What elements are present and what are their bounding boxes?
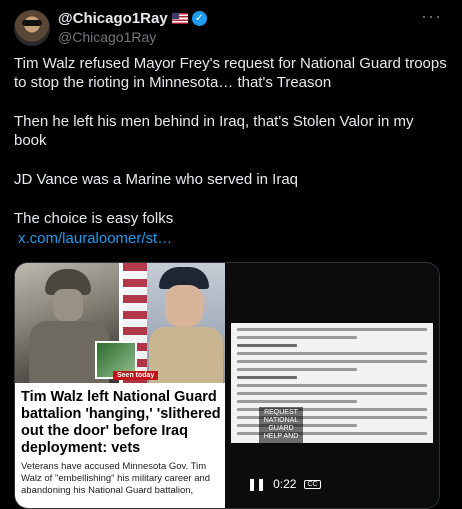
- tweet-paragraph: The choice is easy folks: [14, 210, 174, 227]
- media-attachment[interactable]: Seen today Tim Walz left National Guard …: [14, 262, 440, 509]
- portrait-photo: [123, 263, 225, 383]
- tweet-paragraph: Tim Walz refused Mayor Frey's request fo…: [14, 55, 447, 91]
- video-controls: ❚❚ 0:22 CC: [247, 477, 321, 491]
- verified-badge-icon[interactable]: ✓: [191, 11, 207, 26]
- avatar[interactable]: [14, 10, 50, 46]
- article-headline: Tim Walz left National Guard battalion '…: [21, 389, 221, 456]
- video-time: 0:22: [273, 477, 297, 491]
- tweet-text: Tim Walz refused Mayor Frey's request fo…: [14, 54, 450, 248]
- tweet-header: @Chicago1Ray ✓ @Chicago1Ray: [58, 10, 207, 45]
- video-player[interactable]: REQUEST NATIONAL GUARD HELP AND ❚❚ 0:22 …: [227, 263, 439, 508]
- tweet-link[interactable]: x.com/lauraloomer/st…: [14, 229, 450, 248]
- captions-icon[interactable]: CC: [304, 479, 321, 489]
- author-name-row[interactable]: @Chicago1Ray ✓: [58, 10, 207, 27]
- article-image[interactable]: Seen today Tim Walz left National Guard …: [15, 263, 225, 508]
- seen-today-badge: Seen today: [113, 371, 159, 380]
- handle[interactable]: @Chicago1Ray: [58, 29, 207, 45]
- tweet-paragraph: Then he left his men behind in Iraq, tha…: [14, 113, 414, 149]
- us-flag-icon: [171, 13, 188, 24]
- more-options-icon[interactable]: ···: [421, 7, 442, 25]
- pause-icon[interactable]: ❚❚: [247, 477, 266, 491]
- tweet-paragraph: JD Vance was a Marine who served in Iraq: [14, 171, 299, 188]
- video-caption-stamp: REQUEST NATIONAL GUARD HELP AND: [259, 407, 303, 443]
- document-frame: REQUEST NATIONAL GUARD HELP AND: [231, 323, 433, 443]
- article-dek: Veterans have accused Minnesota Gov. Tim…: [21, 461, 211, 496]
- tweet: @Chicago1Ray ✓ @Chicago1Ray ··· Tim Walz…: [0, 0, 462, 509]
- display-name[interactable]: @Chicago1Ray: [58, 10, 168, 27]
